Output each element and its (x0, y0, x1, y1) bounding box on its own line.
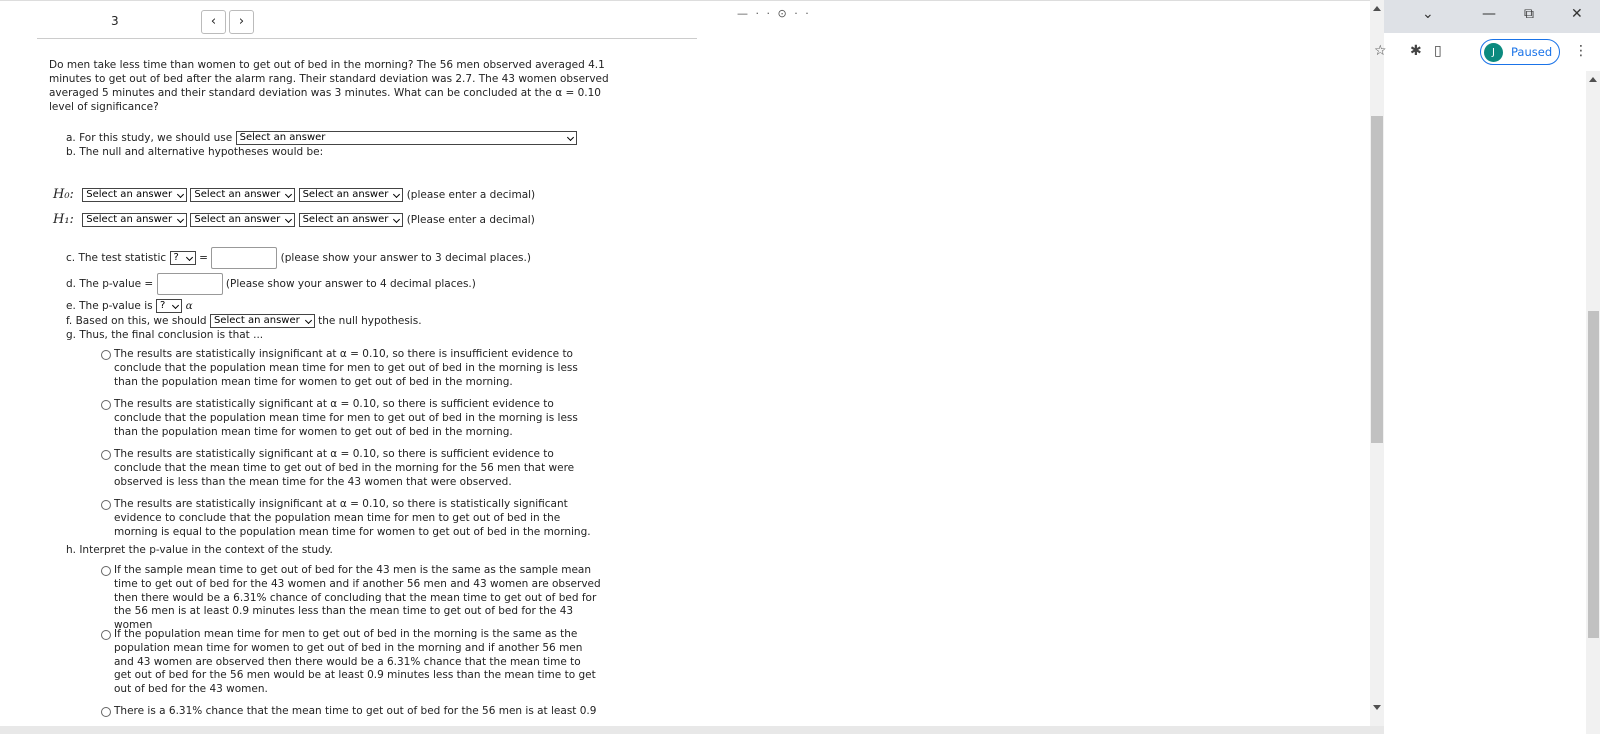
paused-label: Paused (1511, 45, 1553, 59)
part-b-label: b. The null and alternative hypotheses w… (66, 146, 324, 158)
next-question-button[interactable]: › (229, 10, 254, 34)
h0-row: H₀: Select an answer Select an answer Se… (53, 188, 535, 202)
radio-button[interactable] (101, 350, 111, 360)
question-intro: Do men take less time than women to get … (49, 59, 609, 113)
browser-chrome: ⌄ — ⧉ ✕ ☆ ✱ ▯ J Paused ⋮ (1374, 0, 1600, 734)
restore-icon[interactable]: ⧉ (1524, 6, 1534, 22)
part-a: a. For this study, we should use Select … (66, 131, 577, 145)
option-text: The results are statistically significan… (114, 448, 575, 488)
part-h-label: h. Interpret the p-value in the context … (66, 544, 333, 556)
radio-button[interactable] (101, 707, 111, 717)
option-text: There is a 6.31% chance that the mean ti… (114, 705, 597, 717)
conclusion-option-2[interactable]: The results are statistically significan… (101, 398, 601, 439)
h1-note: (Please enter a decimal) (406, 214, 535, 226)
h1-value-value: Select an answer (302, 214, 389, 225)
radio-button[interactable] (101, 400, 111, 410)
close-icon[interactable]: ✕ (1571, 6, 1583, 22)
decision-select-value: Select an answer (213, 315, 300, 326)
scroll-up-icon[interactable] (1373, 6, 1381, 11)
interpretation-option-2[interactable]: If the population mean time for men to g… (101, 628, 601, 697)
test-statistic-select-value: ? (173, 252, 179, 263)
scrollbar-thumb[interactable] (1588, 311, 1599, 638)
title-bar: ⌄ — ⧉ ✕ (1384, 0, 1600, 33)
part-e-label: e. The p-value is (66, 300, 153, 312)
bookmark-star-icon[interactable]: ☆ (1374, 43, 1387, 59)
radio-button[interactable] (101, 500, 111, 510)
part-d: d. The p-value = (Please show your answe… (66, 273, 476, 295)
h0-param-value: Select an answer (86, 189, 173, 200)
radio-button[interactable] (101, 450, 111, 460)
interpretation-option-3[interactable]: There is a 6.31% chance that the mean ti… (101, 705, 601, 719)
part-e: e. The p-value is ? α (66, 299, 193, 313)
h0-value-value: Select an answer (302, 189, 389, 200)
page-content: 3 ‹ › — · · ⊙ · · Do men take less time … (0, 0, 1370, 726)
question-number-value: 3 (111, 14, 119, 28)
h1-label: H₁: (53, 212, 74, 227)
conclusion-option-4[interactable]: The results are statistically insignific… (101, 498, 601, 539)
clipped-header-text: — · · ⊙ · · (737, 7, 811, 20)
h1-param-value: Select an answer (86, 214, 173, 225)
equals-sign: = (199, 252, 208, 264)
minimize-icon[interactable]: — (1482, 6, 1496, 22)
scrollbar-thumb[interactable] (1371, 116, 1383, 443)
h1-operator-value: Select an answer (194, 214, 281, 225)
part-f-after: the null hypothesis. (318, 315, 422, 327)
option-text: If the population mean time for men to g… (114, 628, 596, 696)
conclusion-option-3[interactable]: The results are statistically significan… (101, 448, 601, 489)
decision-select[interactable]: Select an answer (209, 314, 315, 328)
part-a-label: a. For this study, we should use (66, 132, 233, 144)
h0-label: H₀: (53, 187, 74, 202)
side-panel-icon[interactable]: ▯ (1434, 43, 1442, 59)
h0-value-select[interactable]: Select an answer (298, 188, 404, 202)
h1-param-select[interactable]: Select an answer (82, 213, 188, 227)
part-d-note: (Please show your answer to 4 decimal pl… (225, 278, 476, 290)
h0-operator-value: Select an answer (194, 189, 281, 200)
part-g-label: g. Thus, the final conclusion is that ..… (66, 329, 264, 341)
option-text: The results are statistically insignific… (114, 498, 591, 538)
content-scrollbar[interactable] (1370, 0, 1384, 726)
profile-paused-button[interactable]: J Paused (1480, 39, 1560, 65)
p-value-comparison-value: ? (159, 300, 166, 311)
p-value-comparison-select[interactable]: ? (155, 299, 183, 313)
extensions-icon[interactable]: ✱ (1410, 43, 1422, 59)
conclusion-option-1[interactable]: The results are statistically insignific… (101, 348, 601, 389)
tab-search-icon[interactable]: ⌄ (1422, 6, 1434, 22)
radio-button[interactable] (101, 630, 111, 640)
part-c-label: c. The test statistic (66, 252, 167, 264)
scroll-down-icon[interactable] (1373, 705, 1381, 710)
h1-value-select[interactable]: Select an answer (298, 213, 404, 227)
radio-button[interactable] (101, 566, 111, 576)
part-d-label: d. The p-value = (66, 278, 154, 290)
option-text: If the sample mean time to get out of be… (114, 564, 601, 632)
side-scrollbar[interactable] (1586, 71, 1600, 734)
h1-operator-select[interactable]: Select an answer (190, 213, 296, 227)
h1-row: H₁: Select an answer Select an answer Se… (53, 213, 535, 227)
h0-note: (please enter a decimal) (406, 189, 536, 201)
part-c: c. The test statistic ? = (please show y… (66, 247, 531, 269)
prev-question-button[interactable]: ‹ (201, 10, 226, 34)
option-text: The results are statistically insignific… (114, 348, 578, 388)
menu-icon[interactable]: ⋮ (1574, 43, 1588, 59)
horizontal-scrollbar[interactable] (0, 726, 1384, 734)
test-statistic-input[interactable] (211, 247, 278, 269)
p-value-input[interactable] (156, 273, 223, 295)
h0-operator-select[interactable]: Select an answer (190, 188, 296, 202)
option-text: The results are statistically significan… (114, 398, 578, 438)
study-type-select[interactable]: Select an answer (235, 131, 577, 145)
avatar: J (1484, 43, 1503, 62)
part-f-label: f. Based on this, we should (66, 315, 207, 327)
alpha-symbol: α (185, 300, 193, 312)
study-type-select-value: Select an answer (239, 132, 326, 143)
part-c-note: (please show your answer to 3 decimal pl… (280, 252, 531, 264)
question-nav: 3 ‹ › (37, 7, 697, 39)
scroll-up-icon[interactable] (1589, 77, 1597, 82)
browser-toolbar: ☆ ✱ ▯ J Paused ⋮ (1374, 33, 1600, 71)
interpretation-option-1[interactable]: If the sample mean time to get out of be… (101, 564, 601, 633)
h0-param-select[interactable]: Select an answer (82, 188, 188, 202)
part-f: f. Based on this, we should Select an an… (66, 314, 422, 328)
test-statistic-select[interactable]: ? (169, 251, 196, 265)
